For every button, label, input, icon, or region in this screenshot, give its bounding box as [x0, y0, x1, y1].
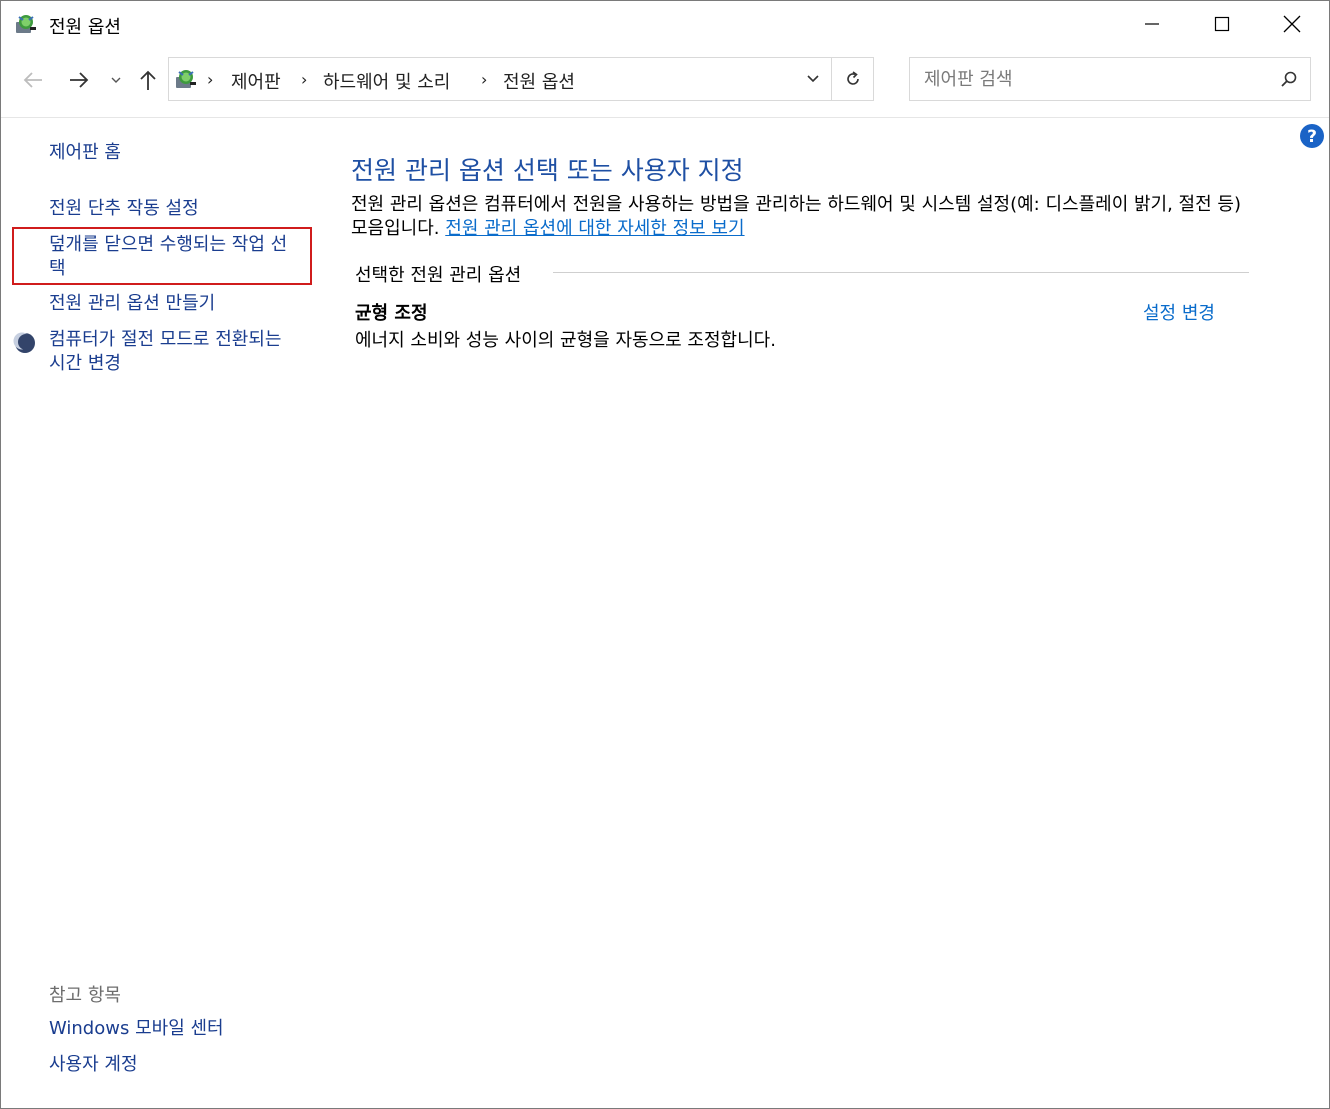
search-box[interactable]	[909, 57, 1311, 101]
power-options-icon	[16, 15, 36, 33]
group-divider	[553, 272, 1249, 273]
search-icon[interactable]	[1280, 70, 1298, 88]
breadcrumb-power-options[interactable]: 전원 옵션	[503, 68, 575, 94]
forward-arrow-icon	[70, 72, 89, 88]
chevron-down-icon	[111, 77, 121, 83]
power-options-window: 전원 옵션 › 제어판 › 하드웨어 및 소리 › 전원 옵션 제어판 검색 제…	[0, 0, 1330, 1109]
see-also-header: 참고 항목	[49, 985, 121, 1006]
selected-plan-header: 선택한 전원 관리 옵션	[355, 265, 522, 286]
page-title: 전원 관리 옵션 선택 또는 사용자 지정	[351, 156, 744, 185]
plan-name: 균형 조정	[355, 303, 428, 324]
maximize-button[interactable]	[1187, 1, 1257, 47]
create-power-plan-link[interactable]: 전원 관리 옵션 만들기	[49, 292, 309, 316]
windows-mobility-center-link[interactable]: Windows 모바일 센터	[49, 1017, 309, 1041]
breadcrumb-hardware-sound[interactable]: 하드웨어 및 소리	[323, 68, 450, 94]
up-arrow-icon	[140, 70, 156, 90]
power-button-settings-link[interactable]: 전원 단추 작동 설정	[49, 197, 309, 221]
breadcrumb-separator-icon[interactable]: ›	[301, 70, 307, 89]
learn-more-link[interactable]: 전원 관리 옵션에 대한 자세한 정보 보기	[445, 218, 744, 239]
back-arrow-icon	[23, 72, 42, 88]
address-dropdown-button[interactable]	[795, 58, 831, 100]
control-panel-home-link[interactable]: 제어판 홈	[49, 141, 309, 165]
header-divider	[1, 117, 1329, 118]
window-title: 전원 옵션	[49, 17, 121, 38]
minimize-button[interactable]	[1117, 1, 1187, 47]
user-accounts-link[interactable]: 사용자 계정	[49, 1053, 309, 1077]
sleep-time-link[interactable]: 컴퓨터가 절전 모드로 전환되는 시간 변경	[49, 328, 299, 376]
moon-icon	[13, 332, 35, 353]
refresh-button[interactable]	[831, 58, 874, 100]
close-button[interactable]	[1257, 1, 1327, 47]
help-icon[interactable]: ?	[1299, 123, 1325, 149]
breadcrumb-control-panel[interactable]: 제어판	[231, 68, 281, 94]
maximize-icon	[1214, 16, 1230, 32]
minimize-icon	[1145, 23, 1159, 25]
back-button[interactable]	[19, 65, 47, 95]
lid-close-action-link[interactable]: 덮개를 닫으면 수행되는 작업 선택	[49, 233, 299, 281]
power-options-icon	[176, 70, 196, 88]
close-icon	[1283, 15, 1301, 33]
address-bar[interactable]: › 제어판 › 하드웨어 및 소리 › 전원 옵션	[168, 57, 874, 101]
svg-text:?: ?	[1307, 127, 1317, 147]
breadcrumb-separator-icon[interactable]: ›	[207, 70, 213, 89]
plan-description: 에너지 소비와 성능 사이의 균형을 자동으로 조정합니다.	[355, 330, 776, 351]
page-description: 전원 관리 옵션은 컴퓨터에서 전원을 사용하는 방법을 관리하는 하드웨어 및…	[351, 193, 1261, 241]
forward-button[interactable]	[65, 65, 93, 95]
search-input[interactable]	[924, 66, 1264, 92]
title-bar: 전원 옵션	[1, 1, 1329, 47]
refresh-icon	[847, 71, 859, 85]
recent-locations-button[interactable]	[107, 65, 125, 95]
up-button[interactable]	[135, 65, 161, 95]
chevron-down-icon	[807, 75, 819, 83]
change-plan-settings-link[interactable]: 설정 변경	[1143, 299, 1215, 325]
breadcrumb-separator-icon[interactable]: ›	[481, 70, 487, 89]
